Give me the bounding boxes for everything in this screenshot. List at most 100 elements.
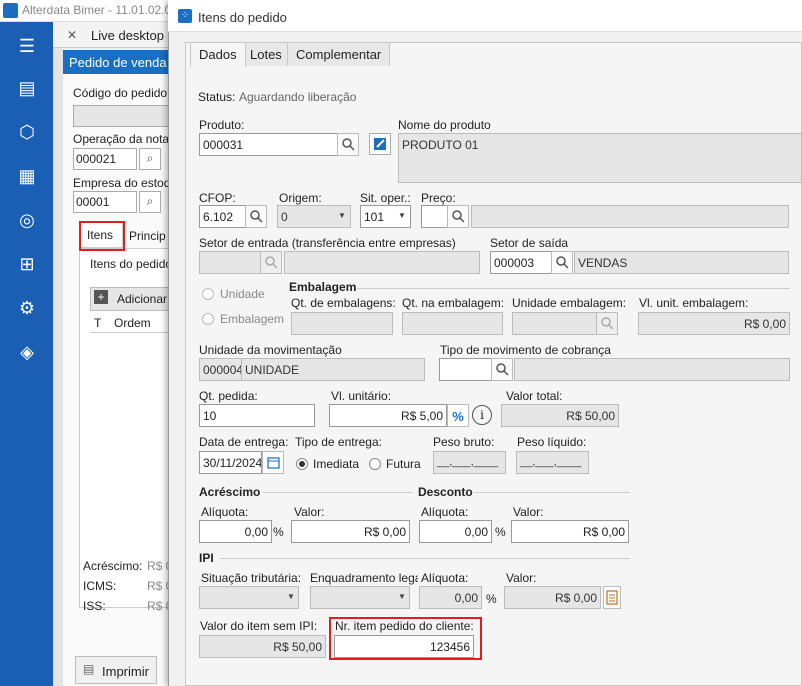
- nome-label: Nome do produto: [398, 118, 491, 132]
- icms-label: ICMS:: [83, 579, 117, 593]
- radio-futura-label: Futura: [386, 457, 421, 471]
- acrescimo-percent: %: [273, 525, 284, 539]
- menu-icon[interactable]: ☰: [14, 36, 40, 60]
- ipi-aliquota-label: Alíquota:: [421, 571, 469, 585]
- tipo-cobranca-code[interactable]: [439, 358, 492, 381]
- tipo-cobranca-search-icon[interactable]: [491, 358, 513, 381]
- cfop-search-icon[interactable]: [245, 205, 267, 228]
- preco-field[interactable]: [421, 205, 448, 228]
- codigo-field[interactable]: [73, 105, 183, 127]
- finance-icon[interactable]: ◎: [14, 210, 40, 234]
- preco-description: [471, 205, 789, 228]
- produto-label: Produto:: [199, 118, 245, 132]
- valor-total-label: Valor total:: [506, 389, 563, 403]
- vl-unit-embalagem-field: R$ 0,00: [638, 312, 790, 335]
- setor-saida-label: Setor de saída: [490, 236, 569, 250]
- itens-do-pedido-label: Itens do pedido: [90, 257, 173, 271]
- data-entrega-field[interactable]: 30/11/2024: [199, 451, 262, 474]
- cfop-field[interactable]: 6.102: [199, 205, 246, 228]
- data-entrega-label: Data de entrega:: [199, 435, 289, 449]
- radio-embalagem-label: Embalagem: [220, 312, 285, 326]
- embalagem-section: Embalagem: [289, 280, 357, 294]
- setor-entrada-label: Setor de entrada (transferência entre em…: [199, 236, 456, 250]
- ipi-valor-field: R$ 0,00: [504, 586, 601, 609]
- setor-saida-search-icon[interactable]: [551, 251, 573, 274]
- qt-pedida-field[interactable]: 10: [199, 404, 315, 427]
- produto-field[interactable]: 000031: [199, 133, 338, 156]
- setor-saida-code[interactable]: 000003: [490, 251, 552, 274]
- peso-liquido-label: Peso líquido:: [517, 435, 587, 449]
- unidade-mov-label: Unidade da movimentação: [199, 343, 342, 357]
- valor-total-field: R$ 50,00: [501, 404, 619, 427]
- origem-label: Origem:: [279, 191, 322, 205]
- preco-search-icon[interactable]: [447, 205, 469, 228]
- contacts-icon[interactable]: ▤: [14, 78, 40, 102]
- calculator-icon[interactable]: [603, 586, 621, 609]
- desconto-percent: %: [495, 525, 506, 539]
- nome-field: PRODUTO 01: [398, 133, 802, 183]
- status-label: Status:: [198, 90, 236, 104]
- tab-principal[interactable]: Princip: [125, 224, 170, 248]
- setor-saida-name: VENDAS: [574, 251, 789, 274]
- preco-label: Preço:: [421, 191, 456, 205]
- sidebar-splitter[interactable]: [53, 22, 63, 686]
- calendar-icon[interactable]: [262, 451, 284, 474]
- desconto-divider: [475, 492, 630, 493]
- qt-pedida-label: Qt. pedida:: [199, 389, 258, 403]
- products-icon[interactable]: ⬡: [14, 122, 40, 146]
- acrescimo-label: Acréscimo:: [83, 559, 143, 573]
- desconto-valor-field[interactable]: R$ 0,00: [511, 520, 629, 543]
- acrescimo-valor-field[interactable]: R$ 0,00: [291, 520, 410, 543]
- tab-complementar[interactable]: Complementar: [287, 42, 391, 66]
- chevron-down-icon[interactable]: ▼: [395, 205, 409, 228]
- ipi-percent: %: [486, 592, 497, 606]
- tab-live-desktop[interactable]: Live desktop: [91, 28, 164, 43]
- edit-icon[interactable]: [369, 133, 391, 155]
- info-icon[interactable]: i: [472, 405, 492, 425]
- operacao-label: Operação da nota: [73, 132, 170, 146]
- situacao-tributaria-label: Situação tributária:: [201, 571, 302, 585]
- app-title: Alterdata Bimer - 11.01.02.0: [22, 3, 172, 17]
- search-icon[interactable]: ⌕: [139, 148, 161, 170]
- acrescimo-aliquota-field[interactable]: 0,00: [199, 520, 272, 543]
- status-value: Aguardando liberação: [239, 90, 357, 104]
- ipi-valor-label: Valor:: [506, 571, 537, 585]
- qt-embalagens-label: Qt. de embalagens:: [291, 296, 396, 310]
- tipo-cobranca-name: [514, 358, 790, 381]
- peso-bruto-field: __,___,____: [433, 451, 506, 474]
- search-icon[interactable]: ⌕: [139, 191, 161, 213]
- dialog-title: Itens do pedido: [198, 10, 287, 25]
- bg-tabbar: ✕ Live desktop: [53, 22, 183, 48]
- tab-lotes[interactable]: Lotes: [241, 42, 291, 66]
- highlight-itens-tab: [79, 221, 125, 251]
- invoice-icon[interactable]: ▦: [14, 166, 40, 190]
- acrescimo-section: Acréscimo: [199, 485, 261, 499]
- unidade-mov-name: UNIDADE: [241, 358, 425, 381]
- apps-icon[interactable]: ◈: [14, 342, 40, 366]
- vl-unitario-field[interactable]: R$ 5,00: [329, 404, 447, 427]
- dialog-icon: ⁘: [178, 9, 192, 23]
- network-icon[interactable]: ⊞: [14, 254, 40, 278]
- dialog-titlebar: ⁘ Itens do pedido: [168, 0, 802, 32]
- desconto-aliquota-field[interactable]: 0,00: [419, 520, 492, 543]
- operacao-field[interactable]: 000021: [73, 148, 137, 170]
- produto-search-icon[interactable]: [337, 133, 359, 156]
- radio-futura[interactable]: [369, 458, 381, 470]
- iss-label: ISS:: [83, 599, 106, 613]
- percent-icon[interactable]: %: [447, 404, 469, 427]
- radio-imediata[interactable]: [296, 458, 308, 470]
- settings-icon[interactable]: ⚙: [14, 298, 40, 322]
- tab-dados[interactable]: Dados: [190, 42, 246, 67]
- acrescimo-aliquota-label: Alíquota:: [201, 505, 249, 519]
- radio-embalagem[interactable]: [202, 313, 214, 325]
- qt-na-embalagem-field: [402, 312, 503, 335]
- unidade-embalagem-field: [512, 312, 597, 335]
- radio-unidade[interactable]: [202, 288, 214, 300]
- qt-embalagens-field: [291, 312, 393, 335]
- setor-entrada-code: [199, 251, 261, 274]
- col-ordem: Ordem: [114, 316, 151, 330]
- chevron-down-icon[interactable]: ▼: [335, 205, 349, 228]
- empresa-field[interactable]: 00001: [73, 191, 137, 213]
- peso-bruto-label: Peso bruto:: [433, 435, 495, 449]
- codigo-label: Código do pedido: [73, 86, 168, 100]
